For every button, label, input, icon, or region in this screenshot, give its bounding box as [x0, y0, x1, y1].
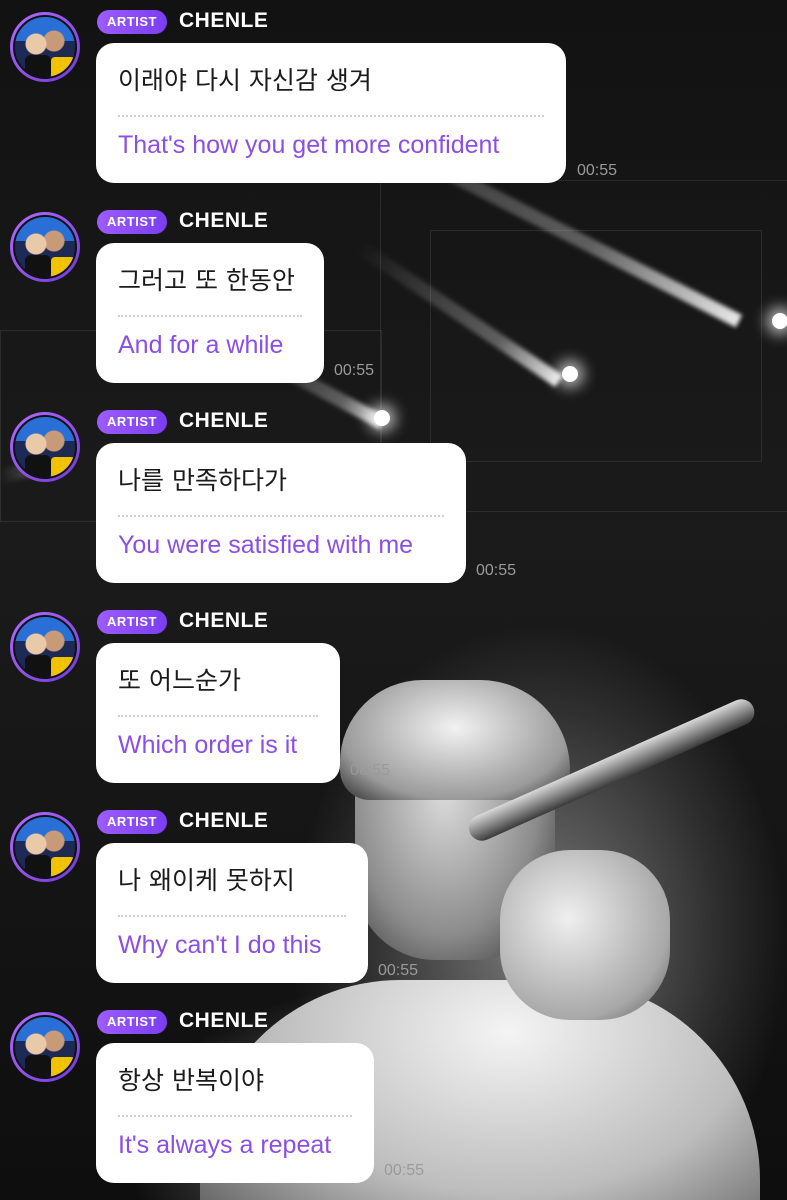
artist-badge: ARTIST [97, 210, 167, 234]
chat-message: ARTIST CHENLE 그러고 또 한동안 And for a while … [0, 200, 787, 390]
sender-name[interactable]: CHENLE [179, 609, 268, 633]
artist-badge: ARTIST [97, 410, 167, 434]
message-translation-text: Why can't I do this [118, 931, 322, 959]
chat-message: ARTIST CHENLE 항상 반복이야 It's always a repe… [0, 1000, 787, 1190]
sender-avatar[interactable] [10, 612, 80, 682]
message-timestamp: 00:55 [378, 962, 419, 979]
translation-divider [118, 315, 302, 317]
sender-avatar[interactable] [10, 412, 80, 482]
artist-badge: ARTIST [97, 10, 167, 34]
message-translation-text: It's always a repeat [118, 1131, 332, 1159]
translation-divider [118, 1115, 352, 1117]
sender-avatar[interactable] [10, 12, 80, 82]
sender-avatar[interactable] [10, 212, 80, 282]
translation-divider [118, 715, 318, 717]
message-original-text: 이래야 다시 자신감 생겨 [118, 66, 372, 95]
artist-badge: ARTIST [97, 810, 167, 834]
message-bubble[interactable]: 나 왜이케 못하지 Why can't I do this [96, 843, 368, 983]
message-bubble[interactable]: 또 어느순가 Which order is it [96, 643, 340, 783]
chat-message: ARTIST CHENLE 나를 만족하다가 You were satisfie… [0, 400, 787, 590]
message-translation-text: Which order is it [118, 731, 298, 759]
sender-name[interactable]: CHENLE [179, 9, 268, 33]
message-bubble[interactable]: 항상 반복이야 It's always a repeat [96, 1043, 374, 1183]
message-translation-text: And for a while [118, 331, 284, 359]
message-translation-text: You were satisfied with me [118, 531, 414, 559]
sender-name[interactable]: CHENLE [179, 209, 268, 233]
sender-avatar[interactable] [10, 812, 80, 882]
artist-badge: ARTIST [97, 610, 167, 634]
message-timestamp: 00:55 [476, 562, 517, 579]
message-timestamp: 00:55 [334, 362, 375, 379]
sender-name[interactable]: CHENLE [179, 409, 268, 433]
chat-message: ARTIST CHENLE 나 왜이케 못하지 Why can't I do t… [0, 800, 787, 990]
message-bubble[interactable]: 그러고 또 한동안 And for a while [96, 243, 324, 383]
translation-divider [118, 115, 544, 117]
message-original-text: 또 어느순가 [118, 666, 241, 695]
message-translation-text: That's how you get more confident [118, 131, 500, 159]
chat-message: ARTIST CHENLE 이래야 다시 자신감 생겨 That's how y… [0, 0, 787, 190]
artist-badge: ARTIST [97, 1010, 167, 1034]
chat-message: ARTIST CHENLE 또 어느순가 Which order is it 0… [0, 600, 787, 790]
message-bubble[interactable]: 나를 만족하다가 You were satisfied with me [96, 443, 466, 583]
message-original-text: 나를 만족하다가 [118, 466, 287, 495]
chat-message-list: ARTIST CHENLE 이래야 다시 자신감 생겨 That's how y… [0, 0, 787, 1200]
sender-avatar[interactable] [10, 1012, 80, 1082]
message-original-text: 나 왜이케 못하지 [118, 866, 295, 895]
message-timestamp: 00:55 [350, 762, 391, 779]
message-original-text: 그러고 또 한동안 [118, 266, 295, 295]
message-original-text: 항상 반복이야 [118, 1066, 264, 1095]
message-bubble[interactable]: 이래야 다시 자신감 생겨 That's how you get more co… [96, 43, 566, 183]
sender-name[interactable]: CHENLE [179, 1009, 268, 1033]
message-timestamp: 00:55 [384, 1162, 425, 1179]
translation-divider [118, 915, 346, 917]
translation-divider [118, 515, 444, 517]
message-timestamp: 00:55 [577, 162, 618, 179]
sender-name[interactable]: CHENLE [179, 809, 268, 833]
